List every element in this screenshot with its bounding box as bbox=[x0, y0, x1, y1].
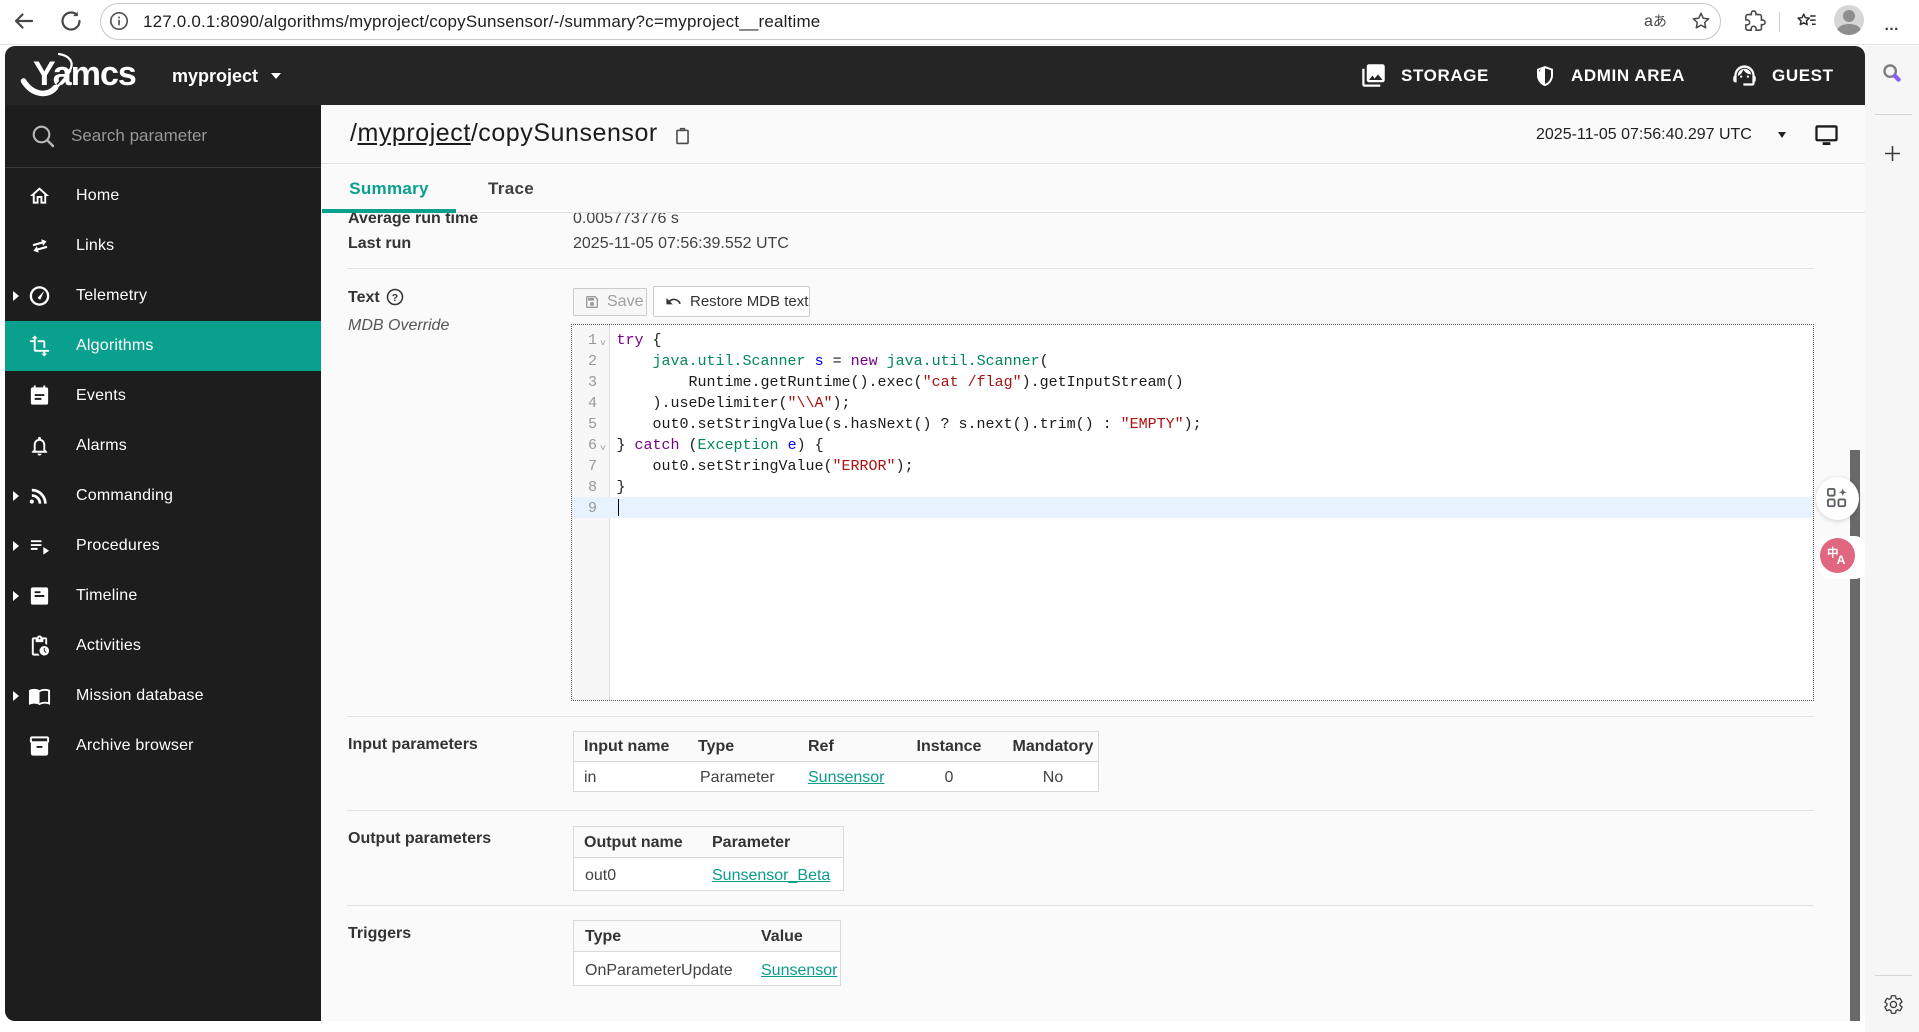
svg-text:?: ? bbox=[392, 292, 398, 304]
svg-text:Yamcs: Yamcs bbox=[33, 55, 136, 93]
svg-text:A: A bbox=[1837, 553, 1846, 566]
